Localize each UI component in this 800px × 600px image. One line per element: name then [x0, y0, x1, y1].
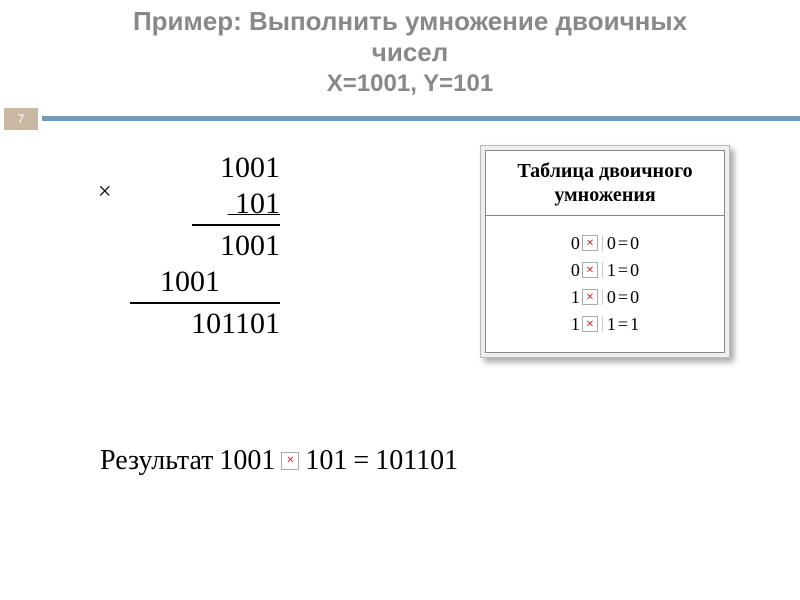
operand-2: 101 — [100, 186, 280, 222]
table-row: 0 1 = 0 — [496, 257, 714, 284]
result-lhs1: 1001 — [219, 445, 275, 477]
title-rest: : Выполнить умножение двоичных — [233, 6, 687, 36]
table-title: Таблица двоичного умножения — [486, 151, 724, 216]
result-eq: = — [353, 445, 369, 477]
eq: = — [618, 257, 628, 284]
table-inner: Таблица двоичного умножения 0 0 = 0 0 1 … — [485, 150, 725, 353]
multiply-icon — [582, 262, 598, 278]
table-row: 1 0 = 0 — [496, 284, 714, 311]
cell-b: 1 — [607, 311, 616, 338]
multiply-sign-icon: × — [98, 178, 112, 207]
partial-2: 1001 — [100, 264, 280, 300]
content-area: × 1001 101 1001 1001 101101 Таблица двои… — [0, 130, 800, 580]
cell-a: 1 — [571, 311, 580, 338]
cell-r: 1 — [630, 311, 639, 338]
cell-r: 0 — [630, 284, 639, 311]
title-label: Пример — [133, 6, 233, 36]
multiply-icon — [582, 235, 598, 251]
cell-b: 0 — [607, 230, 616, 257]
sep-icon — [602, 289, 603, 305]
rule-2 — [130, 302, 280, 304]
page-number-badge: 7 — [4, 108, 38, 130]
divider-line — [42, 116, 800, 121]
slide-title: Пример: Выполнить умножение двоичных чис… — [0, 0, 800, 106]
title-line-1: Пример: Выполнить умножение двоичных — [60, 6, 760, 37]
partial-1: 1001 — [100, 228, 280, 264]
title-line-2: чисел — [60, 37, 760, 68]
result-lhs2: 101 — [305, 445, 347, 477]
cell-r: 0 — [630, 230, 639, 257]
cell-b: 0 — [607, 284, 616, 311]
cell-a: 0 — [571, 257, 580, 284]
cell-a: 0 — [571, 230, 580, 257]
eq: = — [618, 311, 628, 338]
result-label: Результат — [100, 445, 213, 477]
result-rhs: 101101 — [375, 445, 458, 477]
cell-b: 1 — [607, 257, 616, 284]
table-row: 0 0 = 0 — [496, 230, 714, 257]
rule-1 — [192, 224, 280, 226]
sep-icon — [602, 316, 603, 332]
eq: = — [618, 230, 628, 257]
divider: 7 — [0, 108, 800, 130]
multiply-icon — [582, 289, 598, 305]
multiply-icon — [281, 452, 299, 470]
cell-a: 1 — [571, 284, 580, 311]
result-line: Результат 1001 101 = 101101 — [100, 445, 458, 477]
sep-icon — [602, 235, 603, 251]
multiply-icon — [582, 316, 598, 332]
table-body: 0 0 = 0 0 1 = 0 1 0 = — [486, 216, 724, 352]
sep-icon — [602, 262, 603, 278]
table-row: 1 1 = 1 — [496, 311, 714, 338]
title-line-3: X=1001, Y=101 — [60, 68, 760, 99]
long-multiplication: × 1001 101 1001 1001 101101 — [100, 150, 280, 342]
multiplication-result: 101101 — [100, 306, 280, 342]
multiplication-table: Таблица двоичного умножения 0 0 = 0 0 1 … — [480, 145, 730, 358]
operand-1: 1001 — [100, 150, 280, 186]
eq: = — [618, 284, 628, 311]
cell-r: 0 — [630, 257, 639, 284]
